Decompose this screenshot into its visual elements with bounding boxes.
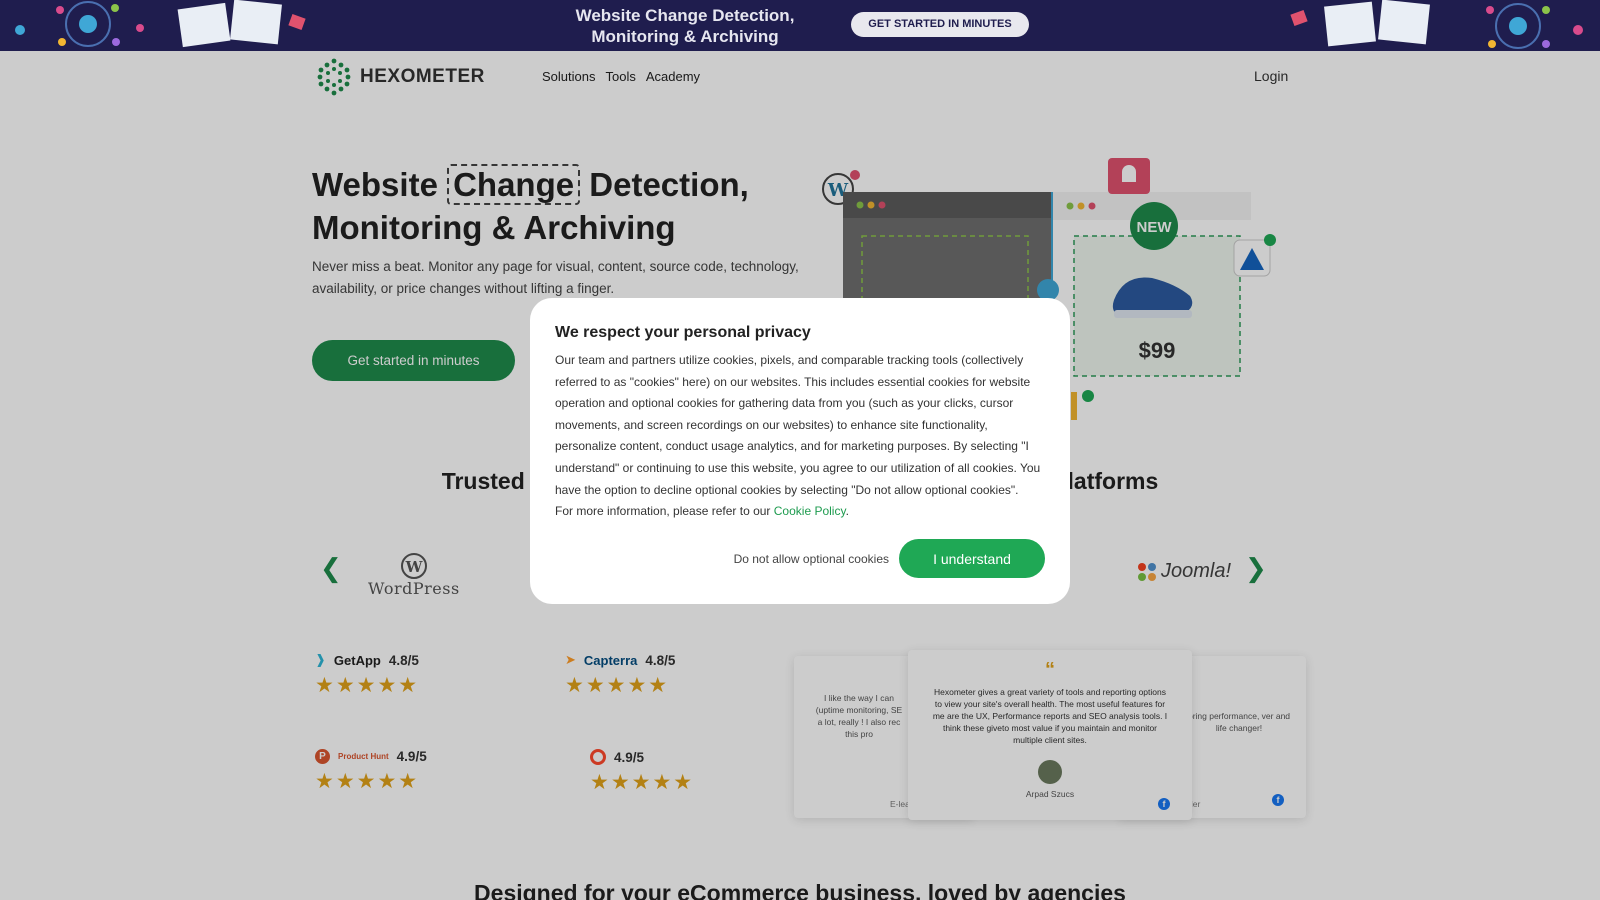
- cookie-policy-link[interactable]: Cookie Policy: [774, 504, 846, 518]
- more-info-prefix: For more information, please refer to ou…: [555, 504, 774, 519]
- decorative-network-graphic: [15, 0, 306, 48]
- cookie-more-info: For more information, please refer to ou…: [555, 501, 1045, 523]
- decline-optional-cookies-button[interactable]: Do not allow optional cookies: [734, 552, 889, 566]
- accept-cookies-button[interactable]: I understand: [899, 539, 1045, 578]
- promo-cta-button[interactable]: GET STARTED IN MINUTES: [851, 12, 1029, 37]
- promo-banner: Website Change Detection, Monitoring & A…: [0, 0, 1600, 51]
- cookie-dialog-title: We respect your personal privacy: [555, 324, 811, 341]
- cookie-dialog-actions: Do not allow optional cookies I understa…: [734, 539, 1045, 578]
- promo-title: Website Change Detection, Monitoring & A…: [575, 6, 795, 46]
- cookie-dialog-body: Our team and partners utilize cookies, p…: [555, 353, 1041, 497]
- cookie-consent-dialog: We respect your personal privacy Our tea…: [530, 298, 1070, 604]
- more-info-suffix: .: [845, 504, 849, 519]
- decorative-network-graphic: [1290, 0, 1583, 49]
